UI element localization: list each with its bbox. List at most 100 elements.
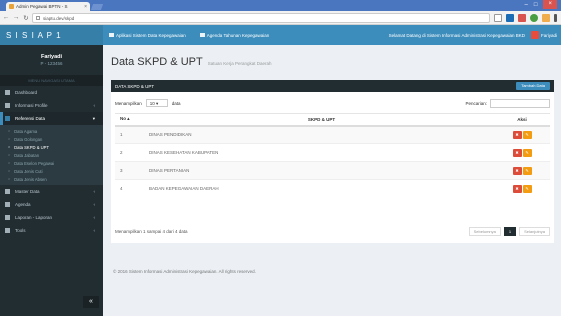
edit-button[interactable]: ✎ (522, 130, 532, 139)
chevron-left-icon: ‹ (93, 103, 96, 108)
submenu-item-golongan[interactable]: Data Golongan (0, 135, 103, 143)
next-page-button[interactable]: Selanjutnya (519, 226, 550, 236)
extension-icon[interactable] (506, 14, 514, 22)
chevron-left-icon: ‹ (93, 215, 96, 220)
sidebar-item-laporan[interactable]: Laporan - Laporan ‹ (0, 211, 103, 224)
forward-icon[interactable]: → (12, 14, 20, 21)
sidebar-item-profile[interactable]: Informasi Profile ‹ (0, 99, 103, 112)
user-menu[interactable]: Selamat Datang di Sistem Informasi Admin… (389, 31, 557, 39)
column-header-no[interactable]: No ▴ (115, 113, 141, 127)
maximize-button[interactable]: □ (534, 2, 538, 8)
submenu-item-eselon[interactable]: Data Eselon Pegawai (0, 159, 103, 167)
minimize-button[interactable]: – (525, 2, 528, 8)
sidebar-item-label: Master Data (15, 189, 40, 194)
browser-tab[interactable]: Admin Pegawai BPTN - S × (6, 2, 90, 11)
address-bar: ← → ↻ siaptu.dev/skpd (0, 11, 561, 25)
box-title: DATA SKPD & UPT (115, 83, 155, 89)
cell-no: 2 (115, 143, 141, 162)
nav-link-agenda[interactable]: Agenda Tahunan Kepegawaian (199, 32, 270, 38)
new-tab-button[interactable] (90, 4, 104, 10)
cell-action: ✖ ✎ (494, 161, 550, 180)
user-id: P - 123456 (40, 61, 63, 66)
chevron-left-icon: ‹ (93, 202, 96, 207)
close-window-button[interactable]: × (543, 0, 557, 9)
page-info-icon[interactable] (36, 16, 40, 20)
cell-action: ✖ ✎ (494, 125, 550, 144)
sidebar-item-label: Informasi Profile (15, 103, 48, 108)
report-icon (5, 215, 10, 220)
cell-name: DINAS PENDIDIKAN (141, 125, 494, 144)
submenu-item-jenis-absen[interactable]: Data Jenis Absen (0, 175, 103, 183)
chevron-down-icon: ▾ (92, 115, 95, 121)
page-title-text: Data SKPD & UPT (111, 56, 203, 68)
submenu-item-agama[interactable]: Data Agama (0, 127, 103, 135)
app-logo[interactable]: S I S I A P 1 (0, 25, 103, 45)
column-header-action: Aksi (494, 113, 550, 127)
window-controls: – □ × (525, 0, 557, 9)
dashboard-icon (5, 90, 10, 95)
sidebar-item-agenda[interactable]: Agenda ‹ (0, 198, 103, 211)
calendar-icon (199, 33, 205, 37)
sidebar-collapse-button[interactable]: « (83, 296, 99, 308)
calendar-icon (5, 202, 10, 207)
delete-button[interactable]: ✖ (512, 166, 522, 175)
chevron-left-icon: ‹ (93, 228, 96, 233)
sidebar-item-referensi[interactable]: Referensi Data ▾ (0, 112, 103, 125)
cell-action: ✖ ✎ (494, 179, 550, 198)
sidebar: S I S I A P 1 Fariyadi P - 123456 MENU N… (0, 25, 103, 316)
extension-icon[interactable] (518, 14, 526, 22)
bookmark-star-icon[interactable] (494, 14, 502, 22)
table-info: Menampilkan 1 sampai 4 dari 4 data (115, 228, 188, 234)
extension-bar (494, 14, 557, 22)
delete-button[interactable]: ✖ (512, 148, 522, 157)
cell-name: DINAS KESEHATAN KABUPATEN (141, 143, 494, 162)
welcome-text: Selamat Datang di Sistem Informasi Admin… (388, 32, 525, 38)
table-row: 2 DINAS KESEHATAN KABUPATEN ✖ ✎ (115, 143, 550, 162)
user-menu-label: Fariyadi (540, 32, 557, 38)
delete-button[interactable]: ✖ (512, 130, 522, 139)
top-navbar: Aplikasi Sistem Data Kepegawaian Agenda … (103, 25, 561, 45)
page-subtitle: Satuan Kerja Perangkat Daerah (207, 61, 272, 66)
favicon-icon (9, 4, 14, 9)
back-icon[interactable]: ← (2, 14, 10, 21)
add-data-button[interactable]: Tambah Data (516, 82, 550, 90)
edit-button[interactable]: ✎ (522, 148, 532, 157)
sidebar-item-master[interactable]: Master Data ‹ (0, 185, 103, 198)
search-input[interactable] (490, 98, 550, 108)
skpd-table: No ▴ SKPD & UPT Aksi 1 DINAS PENDIDIKAN … (115, 113, 550, 198)
box-header: DATA SKPD & UPT Tambah Data (111, 80, 554, 92)
sidebar-item-dashboard[interactable]: Dashboard (0, 86, 103, 99)
extension-icon[interactable] (542, 14, 550, 22)
extension-icon[interactable] (530, 14, 538, 22)
page-button-current[interactable]: 1 (503, 226, 517, 236)
table-footer: Menampilkan 1 sampai 4 dari 4 data Sebel… (115, 225, 550, 237)
cell-no: 4 (115, 179, 141, 198)
user-name: Fariyadi (40, 54, 63, 60)
nav-link-label: Agenda Tahunan Kepegawaian (206, 32, 270, 38)
edit-button[interactable]: ✎ (522, 184, 532, 193)
sidebar-item-tools[interactable]: Tools ‹ (0, 224, 103, 237)
briefcase-icon (109, 33, 114, 37)
nav-link-aplikasi[interactable]: Aplikasi Sistem Data Kepegawaian (109, 33, 186, 38)
submenu-item-jabatan[interactable]: Data Jabatan (0, 151, 103, 159)
edit-button[interactable]: ✎ (522, 166, 532, 175)
delete-button[interactable]: ✖ (512, 184, 522, 193)
page-length-select[interactable]: 10 ▾ (145, 99, 168, 107)
content-area: Data SKPD & UPT Satuan Kerja Perangkat D… (103, 45, 561, 316)
prev-page-button[interactable]: Sebelumnya (468, 226, 501, 236)
submenu-item-jenis-cuti[interactable]: Data Jenis Cuti (0, 167, 103, 175)
page-length-label: Menampilkan (115, 100, 142, 106)
table-header-row: No ▴ SKPD & UPT Aksi (115, 113, 550, 127)
sidebar-item-label: Laporan - Laporan (15, 215, 53, 220)
tab-close-icon[interactable]: × (84, 4, 87, 10)
cell-name: BADAN KEPEGAWAIAN DAERAH (141, 179, 494, 198)
menu-icon[interactable] (554, 14, 557, 22)
column-header-name[interactable]: SKPD & UPT (141, 113, 494, 127)
search-label: Pencarian: (465, 100, 487, 106)
reload-icon[interactable]: ↻ (22, 14, 30, 22)
url-text: siaptu.dev/skpd (43, 15, 75, 21)
url-input[interactable]: siaptu.dev/skpd (32, 13, 490, 23)
database-icon (5, 116, 10, 121)
submenu-item-skpd[interactable]: Data SKPD & UPT (0, 143, 103, 151)
table-controls: Menampilkan 10 ▾ data Pencarian: (115, 96, 550, 110)
